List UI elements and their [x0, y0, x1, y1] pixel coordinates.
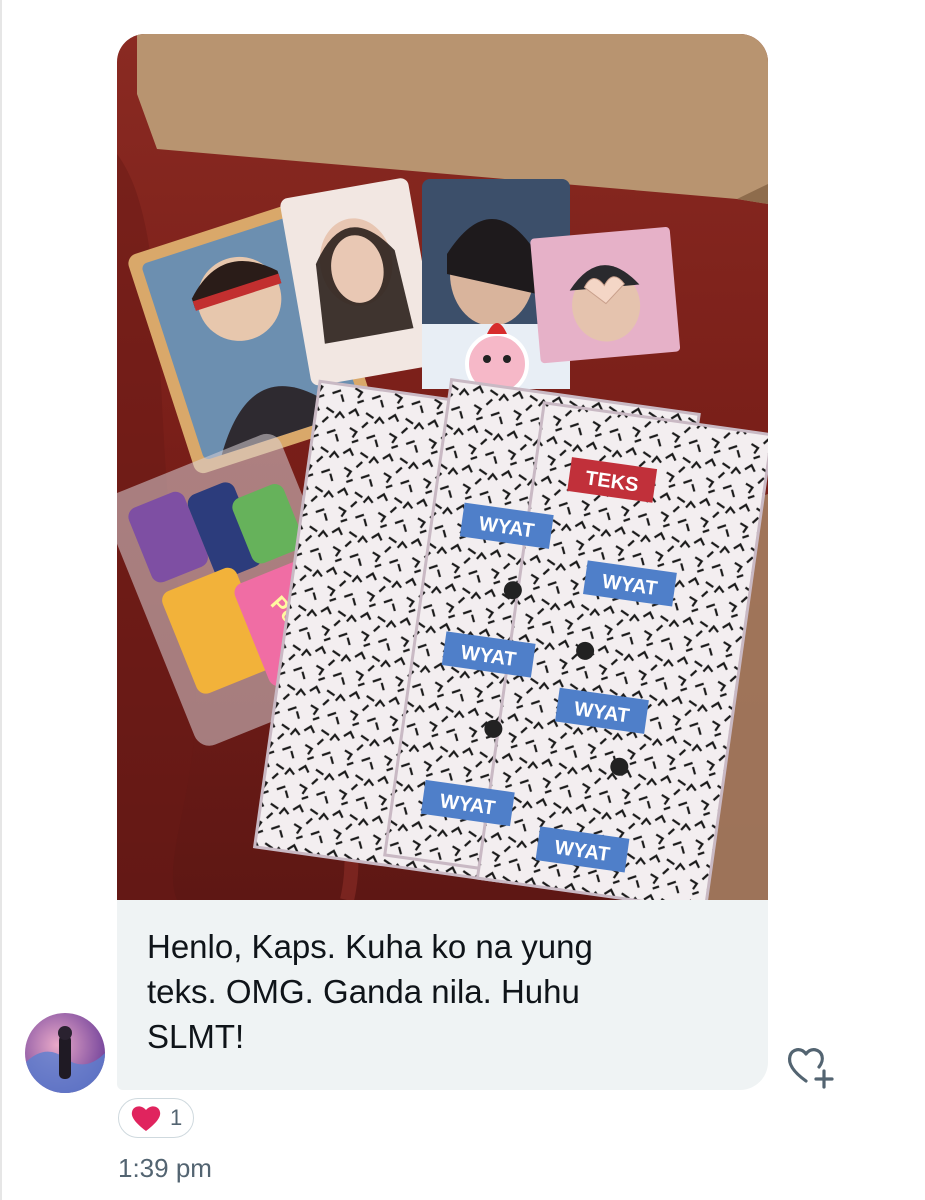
add-reaction-button[interactable] — [784, 1043, 836, 1089]
message-text: Henlo, Kaps. Kuha ko na yung teks. OMG. … — [147, 924, 707, 1059]
message-line: teks. OMG. Ganda nila. Huhu — [147, 973, 580, 1010]
avatar-image — [25, 1026, 105, 1093]
message-photo[interactable]: Potchi TEKS WYAT WYAT WYAT WYAT WYAT — [117, 34, 768, 900]
message-line: Henlo, Kaps. Kuha ko na yung — [147, 928, 593, 965]
reaction-count: 1 — [170, 1105, 183, 1130]
reaction-badge[interactable]: 1 — [118, 1098, 194, 1138]
message-timestamp: 1:39 pm — [118, 1153, 212, 1183]
photo-illustration: Potchi TEKS WYAT WYAT WYAT WYAT WYAT — [117, 34, 768, 900]
user-avatar[interactable] — [25, 1013, 105, 1093]
message-line: SLMT! — [147, 1018, 245, 1055]
heart-icon — [131, 1106, 161, 1131]
message-bubble: Potchi TEKS WYAT WYAT WYAT WYAT WYAT — [117, 34, 768, 1090]
heart-plus-icon — [787, 1048, 834, 1089]
conversation-divider — [0, 0, 2, 1200]
